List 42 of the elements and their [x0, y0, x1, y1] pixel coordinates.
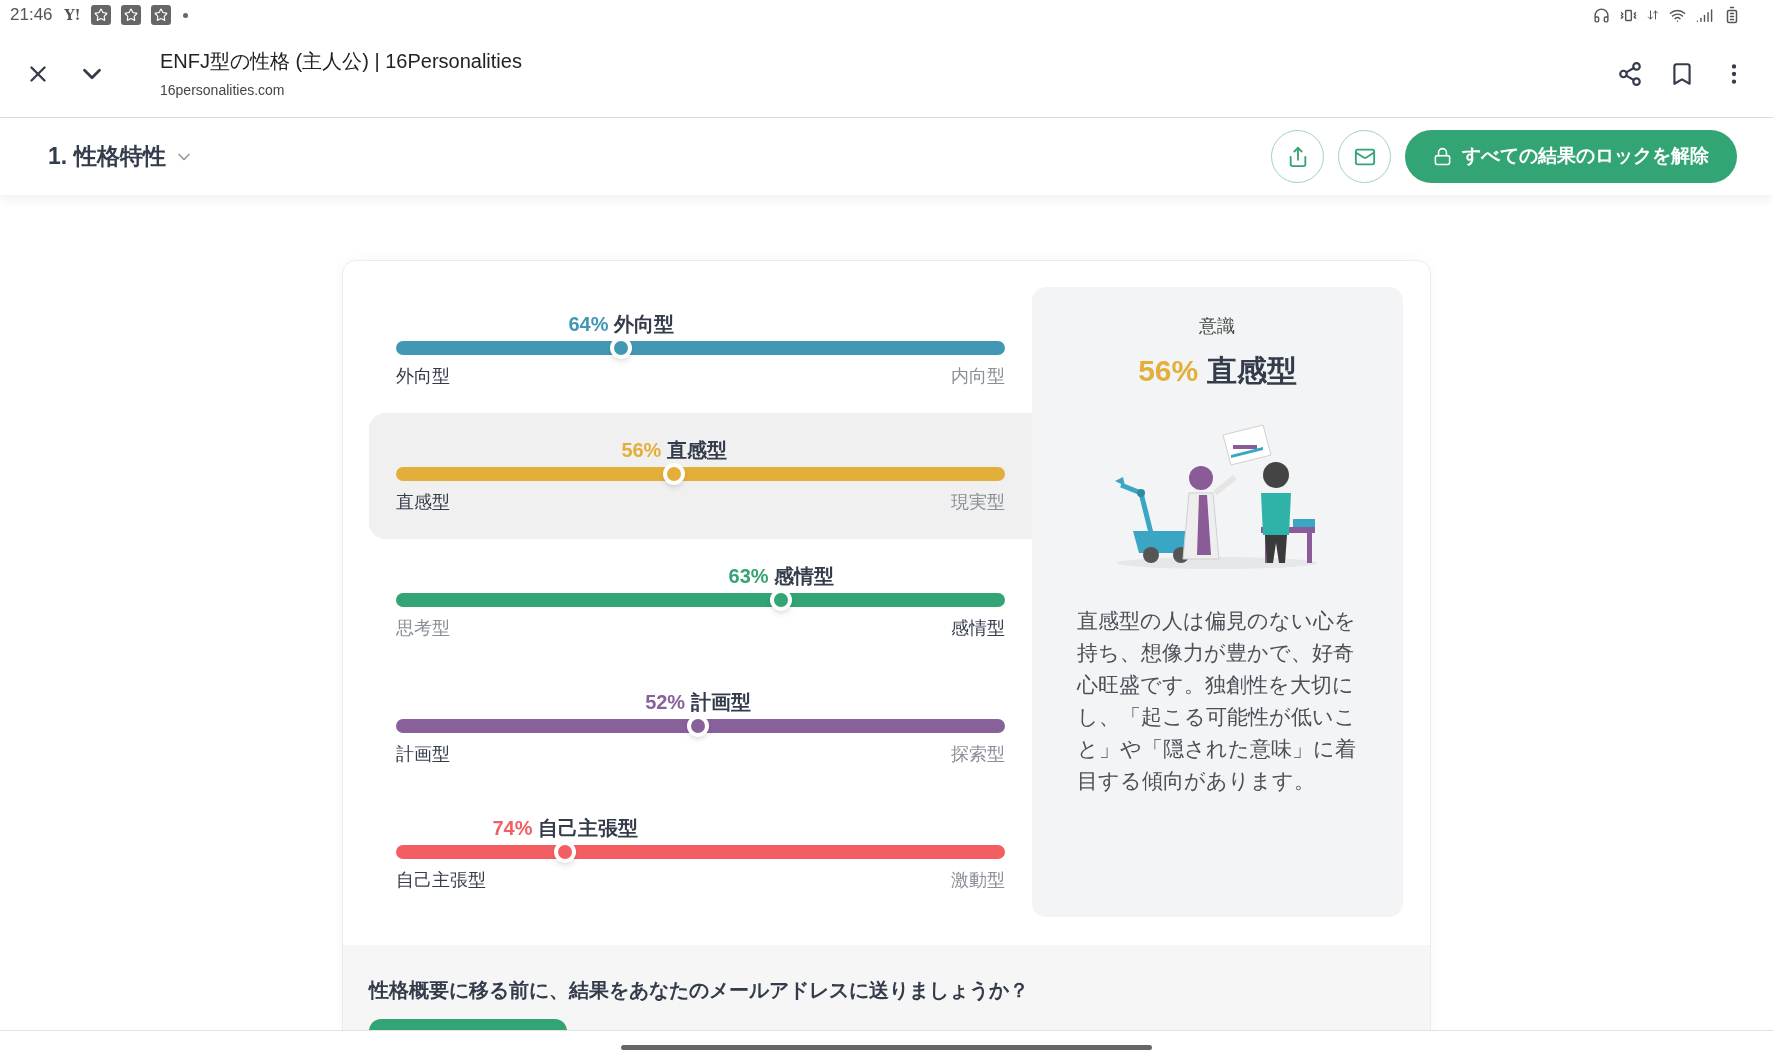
- trait-left-label: 直感型: [396, 491, 450, 514]
- trait-left-label: 外向型: [396, 365, 450, 388]
- trait-right-label: 内向型: [950, 365, 1005, 388]
- trait-name: 自己主張型: [538, 817, 638, 839]
- star-badge-icon: [90, 5, 111, 25]
- trait-row-highlight[interactable]: 56% 直感型 直感型 現実型: [369, 413, 1032, 539]
- headphones-icon: [1593, 6, 1610, 24]
- trait-percent: 52%: [645, 691, 686, 713]
- detail-percent: 56%: [1138, 354, 1199, 387]
- trait-left-label: 計画型: [396, 743, 450, 766]
- share-icon[interactable]: [1617, 60, 1643, 87]
- signal-icon: [1696, 6, 1713, 24]
- trait-percent: 74%: [492, 817, 533, 839]
- section-dropdown[interactable]: 1. 性格特性: [48, 139, 194, 174]
- trait-right-label: 感情型: [950, 617, 1005, 640]
- trait-percent: 63%: [728, 565, 769, 587]
- trait-name: 計画型: [690, 691, 751, 713]
- trait-right-label: 現実型: [950, 491, 1005, 514]
- trait-name: 感情型: [774, 565, 835, 587]
- gesture-handle[interactable]: [621, 1044, 1152, 1050]
- trait-name: 外向型: [614, 313, 674, 335]
- page-title: ENFJ型の性格 (主人公) | 16Personalities: [160, 49, 522, 74]
- trait-percent: 64%: [568, 313, 609, 335]
- trait-left-label: 思考型: [396, 617, 450, 640]
- trait-left-label: 自己主張型: [396, 869, 486, 892]
- trait-name: 直感型: [666, 439, 727, 461]
- star-badge-icon: [150, 5, 171, 25]
- trait-right-label: 探索型: [950, 743, 1005, 766]
- slider-thumb[interactable]: [663, 463, 686, 485]
- status-time: 21:46: [10, 4, 53, 27]
- detail-name: 直感型: [1206, 354, 1297, 387]
- notification-text: Y!: [64, 5, 81, 25]
- trait-percent: 56%: [621, 439, 662, 461]
- lock-icon: [1433, 147, 1452, 166]
- action-button[interactable]: [369, 1019, 567, 1030]
- data-arrows-icon: [1647, 9, 1659, 21]
- detail-category: 意識: [1199, 315, 1236, 338]
- page-url: 16personalities.com: [160, 81, 286, 100]
- email-prompt-text: 性格概要に移る前に、結果をあなたのメールアドレスに送りましょうか？: [369, 978, 1030, 1003]
- trait-right-label: 激動型: [950, 869, 1005, 892]
- star-badge-icon: [120, 5, 141, 25]
- detail-description: 直感型の人は偏見のない心を持ち、想像力が豊かで、好奇心旺盛です。独創性を大切にし、「起こる可能性が低いこと」や「隠された意味」に着目する傾向があります。: [1077, 608, 1358, 794]
